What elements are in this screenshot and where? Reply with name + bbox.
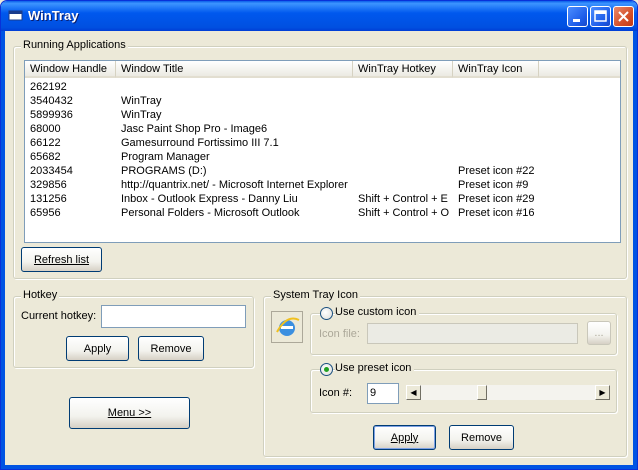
cell-title: WinTray bbox=[121, 95, 162, 107]
list-row[interactable]: 3540432 WinTray bbox=[25, 94, 620, 108]
maximize-button[interactable] bbox=[590, 6, 611, 27]
hotkey-remove-button[interactable]: Remove bbox=[138, 336, 204, 361]
list-row[interactable]: 2033454 PROGRAMS (D:) Preset icon #22 bbox=[25, 164, 620, 178]
list-row[interactable]: 66122 Gamesurround Fortissimo III 7.1 bbox=[25, 136, 620, 150]
browse-icon-file-button[interactable]: ... bbox=[587, 321, 611, 345]
cell-handle: 2033454 bbox=[30, 165, 73, 177]
cell-title: PROGRAMS (D:) bbox=[121, 165, 207, 177]
maximize-icon bbox=[594, 10, 607, 22]
list-row[interactable]: 262192 bbox=[25, 80, 620, 94]
running-apps-list[interactable]: Window Handle Window Title WinTray Hotke… bbox=[24, 60, 621, 243]
cell-icon: Preset icon #22 bbox=[458, 165, 535, 177]
window-frame-left bbox=[1, 31, 5, 469]
app-window: WinTray Running Applications Window Hand… bbox=[0, 0, 638, 470]
use-custom-icon-label[interactable]: Use custom icon bbox=[335, 306, 420, 318]
cell-handle: 3540432 bbox=[30, 95, 73, 107]
refresh-list-label: Refresh list bbox=[33, 253, 90, 266]
tray-icon-group-label: System Tray Icon bbox=[271, 289, 360, 301]
close-button[interactable] bbox=[613, 6, 634, 27]
cell-handle: 5899936 bbox=[30, 109, 73, 121]
close-icon bbox=[618, 11, 629, 22]
current-hotkey-input[interactable] bbox=[101, 305, 246, 328]
column-wintray-icon[interactable]: WinTray Icon bbox=[453, 61, 539, 78]
column-window-title[interactable]: Window Title bbox=[116, 61, 353, 78]
scroll-left-button[interactable]: ◀ bbox=[406, 385, 421, 400]
icon-file-input[interactable] bbox=[367, 323, 578, 344]
cell-handle: 65682 bbox=[30, 151, 61, 163]
icon-number-label: Icon #: bbox=[319, 387, 353, 399]
cell-title: WinTray bbox=[121, 109, 162, 121]
tray-apply-label: Apply bbox=[390, 431, 419, 444]
list-row[interactable]: 131256 Inbox - Outlook Express - Danny Li… bbox=[25, 192, 620, 206]
cell-handle: 65956 bbox=[30, 207, 61, 219]
hotkey-remove-label: Remove bbox=[150, 342, 192, 355]
cell-icon: Preset icon #9 bbox=[458, 179, 529, 191]
cell-title: Jasc Paint Shop Pro - Image6 bbox=[121, 123, 268, 135]
cell-handle: 66122 bbox=[30, 137, 61, 149]
cell-icon: Preset icon #16 bbox=[458, 207, 535, 219]
list-row[interactable]: 329856 http://quantrix.net/ - Microsoft I… bbox=[25, 178, 620, 192]
current-hotkey-label: Current hotkey: bbox=[21, 310, 97, 322]
list-row[interactable]: 65956 Personal Folders - Microsoft Outloo… bbox=[25, 206, 620, 220]
cell-handle: 68000 bbox=[30, 123, 61, 135]
running-apps-group-label: Running Applications bbox=[21, 39, 128, 51]
tray-apply-button[interactable]: Apply bbox=[373, 425, 436, 450]
scroll-right-button[interactable]: ▶ bbox=[595, 385, 610, 400]
tray-remove-label: Remove bbox=[461, 431, 502, 444]
arrow-right-icon: ▶ bbox=[599, 388, 606, 397]
cell-title: Gamesurround Fortissimo III 7.1 bbox=[121, 137, 279, 149]
icon-number-input[interactable]: 9 bbox=[367, 383, 399, 404]
list-row[interactable]: 5899936 WinTray bbox=[25, 108, 620, 122]
use-preset-icon-radio[interactable] bbox=[320, 363, 333, 376]
use-preset-icon-label[interactable]: Use preset icon bbox=[335, 362, 415, 374]
list-row[interactable]: 65682 Program Manager bbox=[25, 150, 620, 164]
cell-icon: Preset icon #29 bbox=[458, 193, 535, 205]
cell-title: http://quantrix.net/ - Microsoft Interne… bbox=[121, 179, 348, 191]
cell-hotkey: Shift + Control + E bbox=[358, 193, 448, 205]
column-filler bbox=[539, 61, 620, 78]
refresh-list-button[interactable]: Refresh list bbox=[21, 247, 102, 272]
cell-handle: 262192 bbox=[30, 81, 67, 93]
cell-title: Personal Folders - Microsoft Outlook bbox=[121, 207, 300, 219]
window-title: WinTray bbox=[28, 8, 79, 23]
cell-handle: 131256 bbox=[30, 193, 67, 205]
use-custom-icon-radio[interactable] bbox=[320, 307, 333, 320]
hotkey-apply-label: Apply bbox=[83, 342, 112, 355]
hotkey-apply-button[interactable]: Apply bbox=[66, 336, 129, 361]
hotkey-group-label: Hotkey bbox=[21, 289, 60, 301]
window-frame-right bbox=[633, 31, 637, 469]
cell-title: Program Manager bbox=[121, 151, 210, 163]
arrow-left-icon: ◀ bbox=[410, 388, 417, 397]
minimize-button[interactable] bbox=[567, 6, 588, 27]
menu-button-label: Menu >> bbox=[107, 407, 152, 419]
preset-icon-scrollbar[interactable]: ◀ ▶ bbox=[405, 384, 611, 401]
browse-label: ... bbox=[594, 327, 604, 339]
list-header: Window Handle Window Title WinTray Hotke… bbox=[25, 61, 620, 78]
cell-title: Inbox - Outlook Express - Danny Liu bbox=[121, 193, 298, 205]
tray-remove-button[interactable]: Remove bbox=[449, 425, 514, 450]
title-bar[interactable]: WinTray bbox=[1, 1, 637, 31]
window-frame-bottom bbox=[1, 465, 637, 469]
cell-handle: 329856 bbox=[30, 179, 67, 191]
scroll-thumb[interactable] bbox=[477, 385, 487, 400]
list-row[interactable]: 68000 Jasc Paint Shop Pro - Image6 bbox=[25, 122, 620, 136]
menu-button[interactable]: Menu >> bbox=[69, 397, 190, 429]
internet-explorer-icon bbox=[276, 317, 300, 336]
icon-preview bbox=[271, 311, 303, 343]
minimize-icon bbox=[573, 19, 580, 22]
column-wintray-hotkey[interactable]: WinTray Hotkey bbox=[353, 61, 453, 78]
list-rows: 262192 3540432 WinTray 5899936 WinTray 68000 J… bbox=[25, 80, 620, 220]
icon-file-label: Icon file: bbox=[319, 328, 360, 340]
window-icon bbox=[8, 10, 23, 21]
icon-number-value: 9 bbox=[370, 387, 377, 399]
cell-hotkey: Shift + Control + O bbox=[358, 207, 450, 219]
column-window-handle[interactable]: Window Handle bbox=[25, 61, 116, 78]
